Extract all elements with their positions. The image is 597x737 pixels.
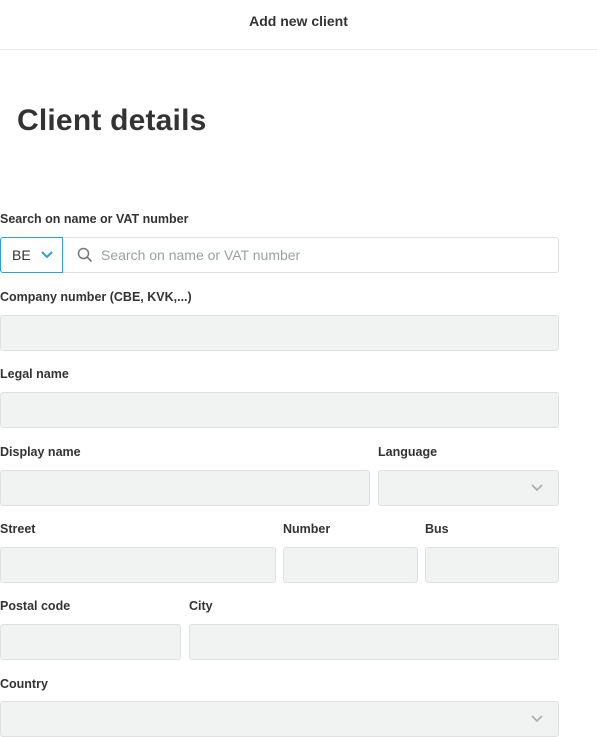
chevron-down-icon xyxy=(531,484,543,492)
street-field[interactable] xyxy=(0,547,276,583)
city-label: City xyxy=(189,599,213,613)
company-number-label: Company number (CBE, KVK,...) xyxy=(0,290,192,304)
number-field[interactable] xyxy=(283,547,418,583)
number-label: Number xyxy=(283,522,331,536)
search-input[interactable] xyxy=(101,247,541,263)
search-box xyxy=(63,237,559,273)
header-title: Add new client xyxy=(249,12,348,29)
city-field[interactable] xyxy=(189,624,559,660)
country-label: Country xyxy=(0,677,48,691)
country-select[interactable] xyxy=(0,701,559,737)
header-bar: Add new client xyxy=(0,0,597,50)
legal-name-field[interactable] xyxy=(0,392,559,428)
bus-label: Bus xyxy=(425,522,449,536)
display-name-field[interactable] xyxy=(0,470,370,506)
country-code-select[interactable]: BE xyxy=(0,237,63,273)
company-number-field[interactable] xyxy=(0,315,559,351)
language-label: Language xyxy=(378,445,438,459)
legal-name-label: Legal name xyxy=(0,367,69,381)
bus-field[interactable] xyxy=(425,547,559,583)
street-label: Street xyxy=(0,522,36,536)
page-title: Client details xyxy=(17,104,207,137)
search-icon xyxy=(77,247,93,263)
postal-code-field[interactable] xyxy=(0,624,181,660)
display-name-label: Display name xyxy=(0,445,81,459)
chevron-down-icon xyxy=(531,715,543,723)
search-group: BE xyxy=(0,237,559,273)
chevron-down-icon xyxy=(41,251,53,259)
country-code-value: BE xyxy=(12,247,31,263)
language-select[interactable] xyxy=(378,470,559,506)
postal-code-label: Postal code xyxy=(0,599,71,613)
search-label: Search on name or VAT number xyxy=(0,212,189,226)
client-form: Client details Search on name or VAT num… xyxy=(0,103,597,737)
